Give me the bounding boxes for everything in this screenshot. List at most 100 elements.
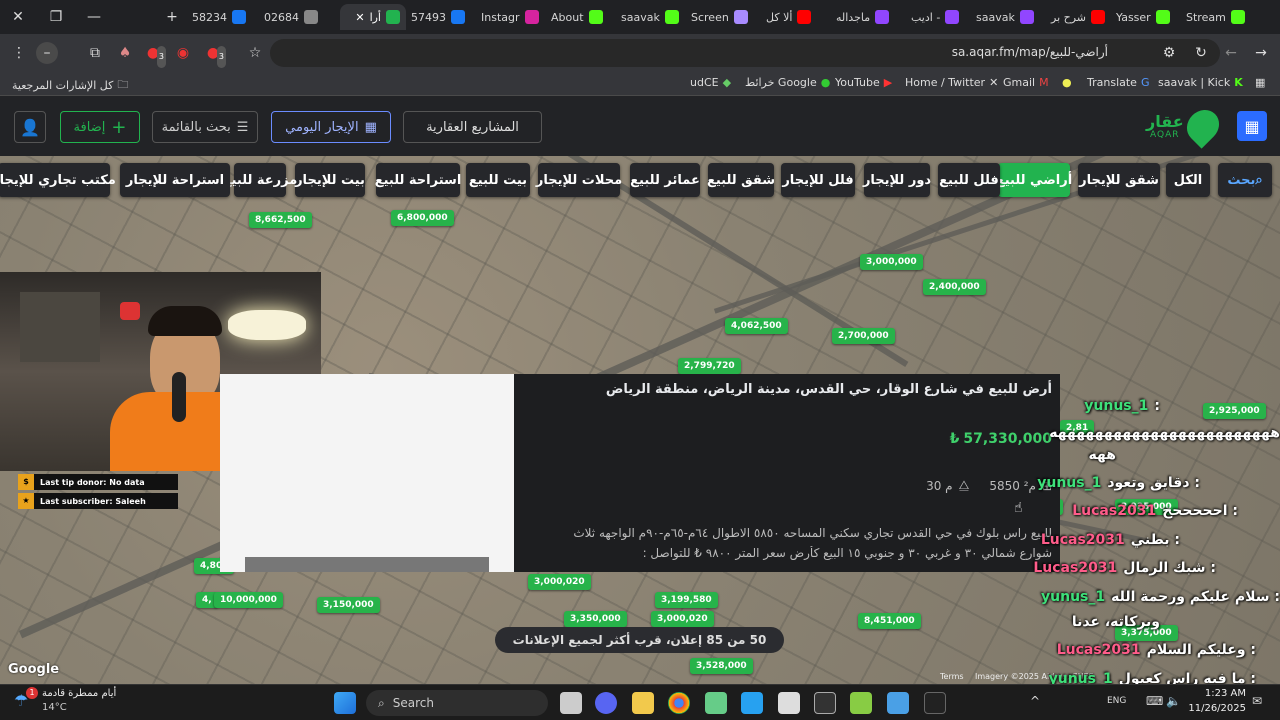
extension-badge-icon[interactable]: ● 3 xyxy=(142,42,166,68)
category-chip[interactable]: مزرعة للبيع xyxy=(223,163,297,197)
new-tab-icon[interactable]: + xyxy=(160,6,184,28)
app-icon[interactable] xyxy=(705,692,727,714)
map-price-pin[interactable]: 3,350,000 xyxy=(564,611,627,627)
map-price-pin[interactable]: 8,451,000 xyxy=(858,613,921,629)
user-account-icon[interactable]: 👤 xyxy=(14,111,46,143)
menu-dots-icon[interactable]: ⋮ xyxy=(8,42,30,64)
extension-badge-icon[interactable]: ● 3 xyxy=(202,42,226,68)
clock-date[interactable]: 11/26/2025 xyxy=(1186,703,1246,714)
browser-tab[interactable]: 58234 xyxy=(186,4,252,30)
bookmark-translate[interactable]: Translate G xyxy=(1087,76,1149,89)
bookmark-twitter[interactable]: Home / Twitter ✕ xyxy=(905,76,998,89)
aqar-logo[interactable]: عقار AQAR xyxy=(1146,103,1226,149)
map-price-pin[interactable]: 3,000,000 xyxy=(860,254,923,270)
weather-title[interactable]: أيام ممطرة قادمة xyxy=(42,688,116,699)
listing-image[interactable] xyxy=(220,374,514,572)
map-price-pin[interactable]: 3,528,000 xyxy=(690,658,753,674)
close-window-icon[interactable]: ✕ xyxy=(6,6,30,28)
category-chip[interactable]: أراضي للبيع xyxy=(996,163,1072,197)
browser-tab[interactable]: 57493 xyxy=(405,4,471,30)
category-chip[interactable]: مكتب تجاري للإيجار xyxy=(0,163,116,197)
bookmarks-grid-icon[interactable]: ▦ xyxy=(1255,76,1265,89)
map-price-pin[interactable]: 3,000,020 xyxy=(528,574,591,590)
map-price-pin[interactable]: 4,062,500 xyxy=(725,318,788,334)
listing-title[interactable]: أرض للبيع في شارع الوقار، حي القدس، مدين… xyxy=(522,382,1052,397)
add-listing-button[interactable]: إضافة + xyxy=(60,111,140,143)
bookmark-youtube[interactable]: YouTube ▶ xyxy=(835,76,892,89)
volume-icon[interactable]: 🔈 xyxy=(1166,694,1181,708)
close-tab-icon[interactable]: ✕ xyxy=(355,11,364,24)
category-chip[interactable]: بيت للبيع xyxy=(466,163,530,197)
browser-tab[interactable]: ألا كل xyxy=(760,4,828,30)
category-chip[interactable]: عمائر للبيع xyxy=(630,163,700,197)
category-chip[interactable]: بيت للإيجار xyxy=(295,163,365,197)
extension-icon[interactable]: ♠ xyxy=(114,42,136,64)
restore-window-icon[interactable]: ❐ xyxy=(44,6,68,28)
extension-icon[interactable]: ◉ xyxy=(172,42,194,64)
start-menu-icon[interactable] xyxy=(334,692,356,714)
address-bar[interactable]: ☆ sa.aqar.fm/map/أراضي-للبيع ⚙ xyxy=(249,39,1220,67)
bookmark-udce[interactable]: udCE ◆ xyxy=(690,76,731,89)
category-chip[interactable]: دور للإيجار xyxy=(863,163,931,197)
map-price-pin[interactable]: 3,199,580 xyxy=(655,592,718,608)
map-price-pin[interactable]: 8,662,500 xyxy=(249,212,312,228)
chrome-icon[interactable] xyxy=(668,692,690,714)
map-price-pin[interactable]: 3,150,000 xyxy=(317,597,380,613)
star-bookmark-icon[interactable]: ☆ xyxy=(244,42,266,64)
map-price-pin[interactable]: 3,000,020 xyxy=(651,611,714,627)
category-chip[interactable]: شقق للبيع xyxy=(707,163,775,197)
browser-tab[interactable]: saavak xyxy=(615,4,681,30)
show-hidden-icons[interactable]: ^ xyxy=(1030,694,1040,708)
browser-tab[interactable]: Stream xyxy=(1180,4,1246,30)
listing-card[interactable]: أرض للبيع في شارع الوقار، حي القدس، مدين… xyxy=(514,374,1060,572)
extensions-icon[interactable]: ⧉ xyxy=(84,42,106,64)
app-icon[interactable] xyxy=(741,692,763,714)
category-chip[interactable]: استراحة للإيجار xyxy=(120,163,230,197)
category-chip[interactable]: محلات للإيجار xyxy=(536,163,622,197)
browser-tab[interactable]: ماجداله xyxy=(830,4,900,30)
apps-grid-icon[interactable]: ▦ xyxy=(1237,111,1267,141)
browser-tab[interactable]: 02684 xyxy=(258,4,334,30)
minimize-window-icon[interactable]: — xyxy=(82,6,106,28)
minecraft-icon[interactable] xyxy=(814,692,836,714)
forward-icon[interactable]: ← xyxy=(1220,42,1242,64)
browser-tab[interactable]: Instagr xyxy=(475,4,541,30)
daily-rent-button[interactable]: الإيجار اليومي ▦ xyxy=(271,111,391,143)
map-price-pin[interactable]: 6,800,000 xyxy=(391,210,454,226)
discord-icon[interactable] xyxy=(595,692,617,714)
bookmark-extension[interactable]: ● xyxy=(1062,76,1072,89)
list-search-button[interactable]: بحث بالقائمة ☰ xyxy=(152,111,258,143)
capcut-icon[interactable] xyxy=(778,692,800,714)
category-chip[interactable]: فلل للإيجار xyxy=(781,163,855,197)
taskbar-search-box[interactable]: ⌕ Search xyxy=(366,690,548,716)
category-chip[interactable]: بحث ⌕ xyxy=(1218,163,1272,197)
back-icon[interactable]: → xyxy=(1250,42,1272,64)
notifications-icon[interactable]: ✉ xyxy=(1252,694,1262,708)
language-indicator[interactable]: ENG xyxy=(1107,696,1126,706)
network-icon[interactable]: ⌨ xyxy=(1146,694,1163,708)
category-chip[interactable]: الكل xyxy=(1166,163,1210,197)
bookmark-kick[interactable]: saavak | Kick K xyxy=(1158,76,1243,89)
app-icon[interactable] xyxy=(850,692,872,714)
category-chip[interactable]: شقق للإيجار xyxy=(1078,163,1160,197)
map-price-pin[interactable]: 2,799,720 xyxy=(678,358,741,374)
category-chip[interactable]: استراحة للبيع xyxy=(375,163,461,197)
category-chip[interactable]: فلل للبيع xyxy=(938,163,1000,197)
file-explorer-icon[interactable] xyxy=(632,692,654,714)
browser-tab[interactable]: اديب - xyxy=(905,4,965,30)
projects-button[interactable]: المشاريع العقارية xyxy=(403,111,542,143)
browser-tab[interactable]: Yasser xyxy=(1110,4,1176,30)
map-price-pin[interactable]: 2,400,000 xyxy=(923,279,986,295)
profile-icon[interactable]: – xyxy=(36,42,58,64)
obs-icon[interactable] xyxy=(924,692,946,714)
clock-time[interactable]: 1:23 AM xyxy=(1190,688,1246,699)
browser-tab[interactable]: About xyxy=(545,4,611,30)
url-text[interactable]: sa.aqar.fm/map/أراضي-للبيع xyxy=(952,45,1108,59)
bookmark-google-maps[interactable]: خرائط Google ● xyxy=(745,76,830,89)
site-settings-icon[interactable]: ⚙ xyxy=(1158,42,1180,64)
browser-tab[interactable]: ✕ أرا xyxy=(340,4,406,30)
reload-icon[interactable]: ↻ xyxy=(1190,42,1212,64)
task-view-icon[interactable] xyxy=(560,692,582,714)
browser-tab[interactable]: saavak xyxy=(970,4,1040,30)
browser-tab[interactable]: Screen xyxy=(685,4,751,30)
